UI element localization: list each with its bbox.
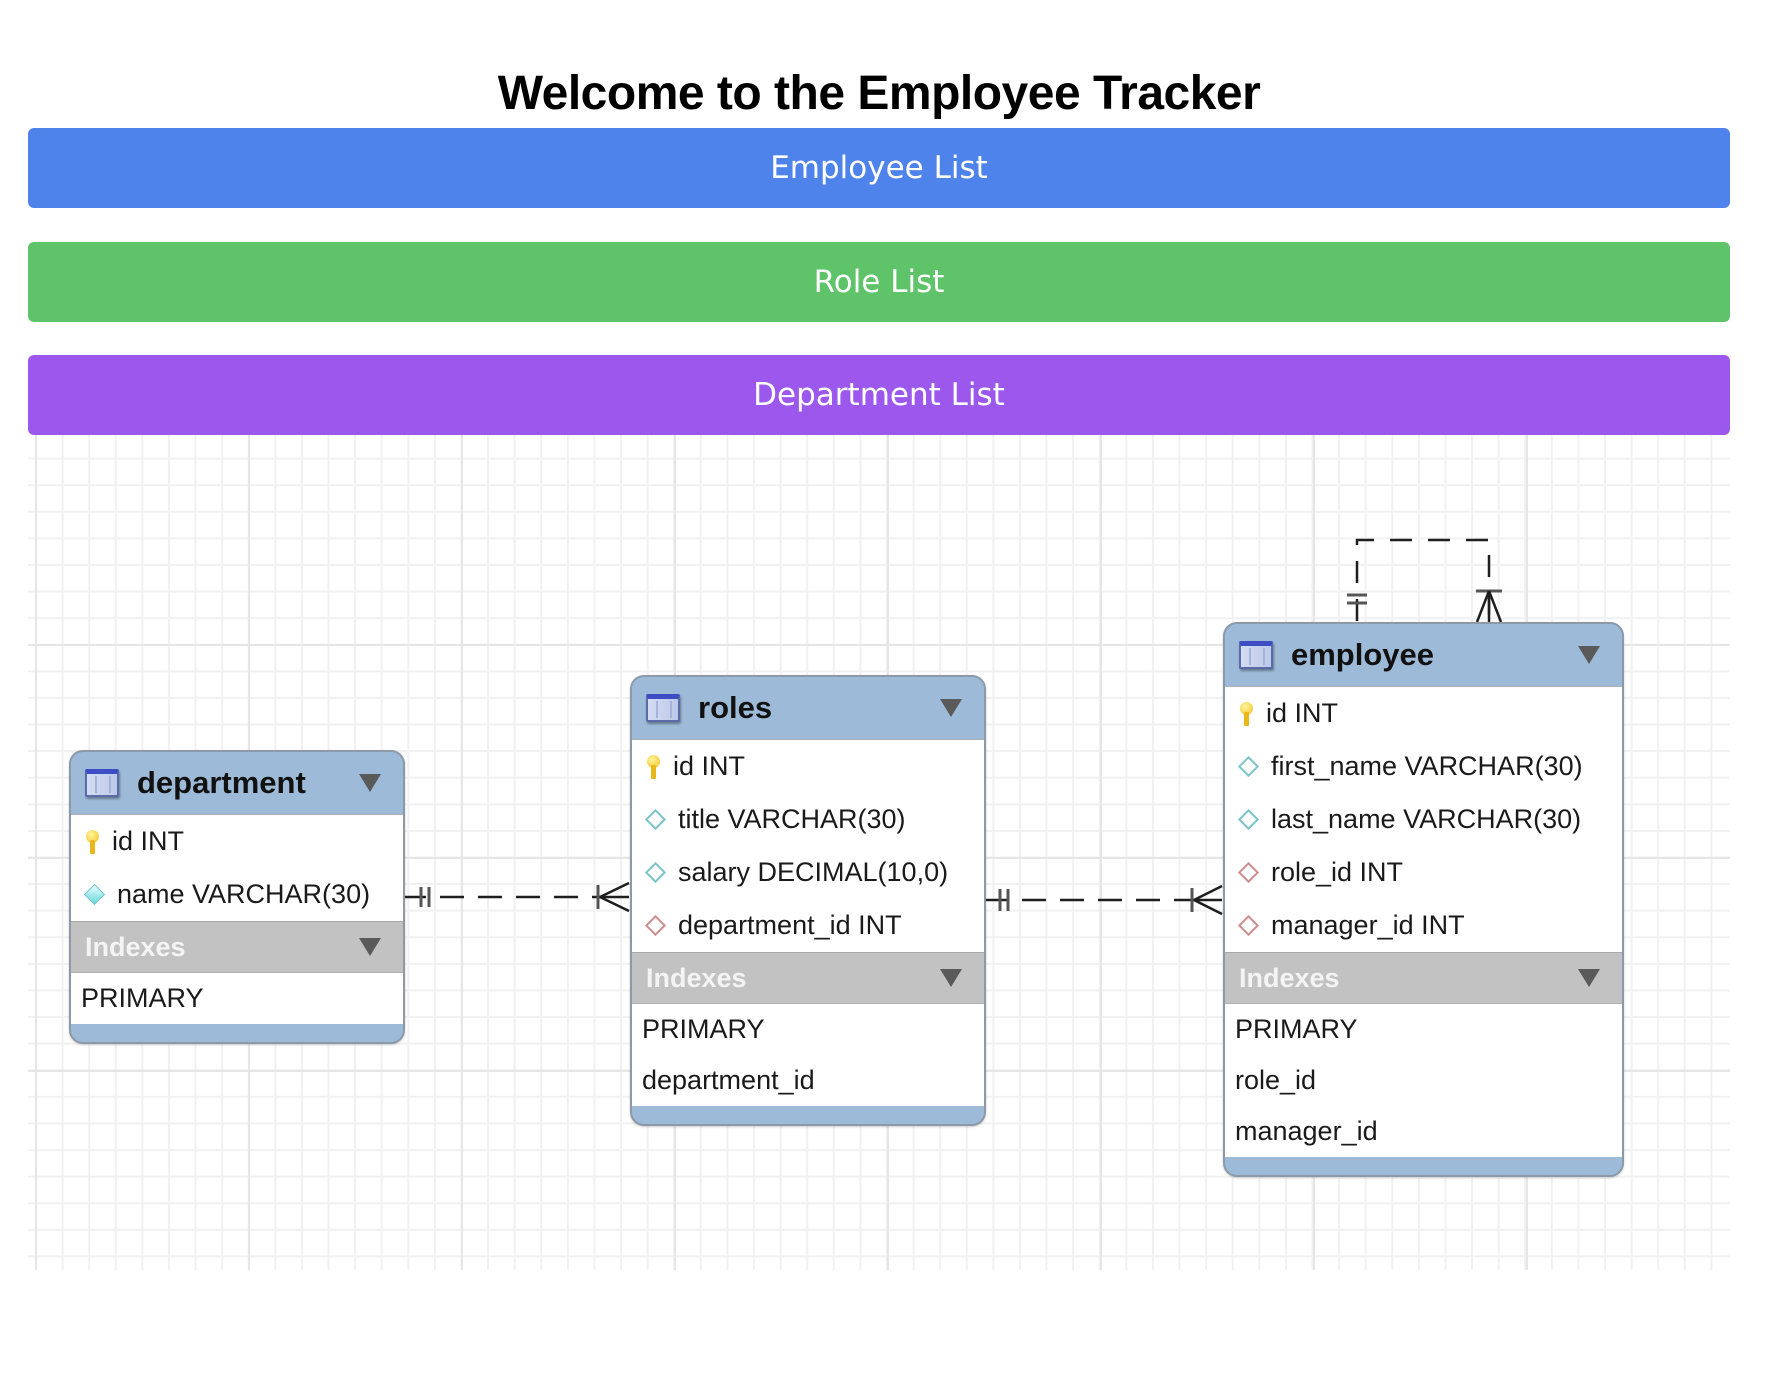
column-row[interactable]: name VARCHAR(30) <box>71 868 403 921</box>
column-icon <box>1237 755 1260 778</box>
column-row[interactable]: manager_id INT <box>1225 899 1622 952</box>
column-text: title VARCHAR(30) <box>678 804 906 834</box>
relationship-employee-manager <box>1347 538 1503 623</box>
column-row[interactable]: last_name VARCHAR(30) <box>1225 793 1622 846</box>
foreign-key-icon <box>1237 914 1260 937</box>
column-text: name VARCHAR(30) <box>117 879 371 909</box>
column-text: first_name VARCHAR(30) <box>1271 751 1583 781</box>
relationship-roles-employee <box>984 884 1223 916</box>
role-list-button[interactable]: Role List <box>28 242 1730 322</box>
column-text: department_id INT <box>678 910 902 940</box>
er-diagram: department id INT name VARCHAR(30) Index… <box>28 435 1730 1270</box>
column-text: manager_id INT <box>1271 910 1465 940</box>
column-row[interactable]: id INT <box>1225 687 1622 740</box>
table-icon <box>85 769 119 797</box>
collapse-caret-icon[interactable] <box>359 938 381 956</box>
collapse-caret-icon[interactable] <box>940 969 962 987</box>
table-roles[interactable]: roles id INT title VARCHAR(30) salary DE… <box>630 675 986 1126</box>
column-row[interactable]: role_id INT <box>1225 846 1622 899</box>
column-row[interactable]: salary DECIMAL(10,0) <box>632 846 984 899</box>
column-icon <box>1237 808 1260 831</box>
index-list: PRIMARY <box>71 972 403 1024</box>
column-text: role_id INT <box>1271 857 1404 887</box>
table-icon <box>1239 641 1273 669</box>
primary-key-icon <box>85 829 99 854</box>
table-icon <box>646 694 680 722</box>
index-row[interactable]: department_id <box>632 1055 984 1106</box>
index-row[interactable]: role_id <box>1225 1055 1622 1106</box>
collapse-caret-icon[interactable] <box>940 699 962 717</box>
foreign-key-icon <box>1237 861 1260 884</box>
indexes-label: Indexes <box>85 931 186 962</box>
page-title: Welcome to the Employee Tracker <box>497 67 1261 121</box>
table-header[interactable]: roles <box>632 677 984 739</box>
table-name: employee <box>1291 637 1435 672</box>
indexes-label: Indexes <box>646 962 747 993</box>
indexes-header[interactable]: Indexes <box>1225 952 1622 1003</box>
column-list: id INT name VARCHAR(30) <box>71 814 403 921</box>
column-row[interactable]: id INT <box>632 740 984 793</box>
column-text: last_name VARCHAR(30) <box>1271 804 1582 834</box>
table-employee[interactable]: employee id INT first_name VARCHAR(30) l… <box>1223 622 1624 1177</box>
foreign-key-icon <box>644 914 667 937</box>
index-list: PRIMARY role_id manager_id <box>1225 1003 1622 1157</box>
index-row[interactable]: PRIMARY <box>1225 1004 1622 1055</box>
indexes-header[interactable]: Indexes <box>71 921 403 972</box>
table-header[interactable]: department <box>71 752 403 814</box>
table-name: roles <box>698 690 773 725</box>
table-footer <box>1225 1157 1622 1175</box>
collapse-caret-icon[interactable] <box>1578 969 1600 987</box>
column-text: id INT <box>112 826 185 856</box>
collapse-caret-icon[interactable] <box>359 774 381 792</box>
column-row[interactable]: first_name VARCHAR(30) <box>1225 740 1622 793</box>
indexes-label: Indexes <box>1239 962 1340 993</box>
index-row[interactable]: PRIMARY <box>71 973 403 1024</box>
column-text: salary DECIMAL(10,0) <box>678 857 949 887</box>
column-text: id INT <box>673 751 746 781</box>
table-footer <box>71 1024 403 1042</box>
column-row[interactable]: department_id INT <box>632 899 984 952</box>
column-row[interactable]: id INT <box>71 815 403 868</box>
table-footer <box>632 1106 984 1124</box>
column-icon <box>644 808 667 831</box>
table-name: department <box>137 765 306 800</box>
index-row[interactable]: manager_id <box>1225 1106 1622 1157</box>
primary-key-icon <box>646 754 660 779</box>
table-department[interactable]: department id INT name VARCHAR(30) Index… <box>69 750 405 1044</box>
collapse-caret-icon[interactable] <box>1578 646 1600 664</box>
relationship-department-roles <box>402 881 630 913</box>
column-icon <box>644 861 667 884</box>
column-text: id INT <box>1266 698 1339 728</box>
primary-key-icon <box>1239 701 1253 726</box>
column-list: id INT title VARCHAR(30) salary DECIMAL(… <box>632 739 984 952</box>
index-row[interactable]: PRIMARY <box>632 1004 984 1055</box>
employee-list-button[interactable]: Employee List <box>28 128 1730 208</box>
not-null-column-icon <box>83 883 106 906</box>
column-row[interactable]: title VARCHAR(30) <box>632 793 984 846</box>
column-list: id INT first_name VARCHAR(30) last_name … <box>1225 686 1622 952</box>
department-list-button[interactable]: Department List <box>28 355 1730 435</box>
indexes-header[interactable]: Indexes <box>632 952 984 1003</box>
index-list: PRIMARY department_id <box>632 1003 984 1106</box>
table-header[interactable]: employee <box>1225 624 1622 686</box>
